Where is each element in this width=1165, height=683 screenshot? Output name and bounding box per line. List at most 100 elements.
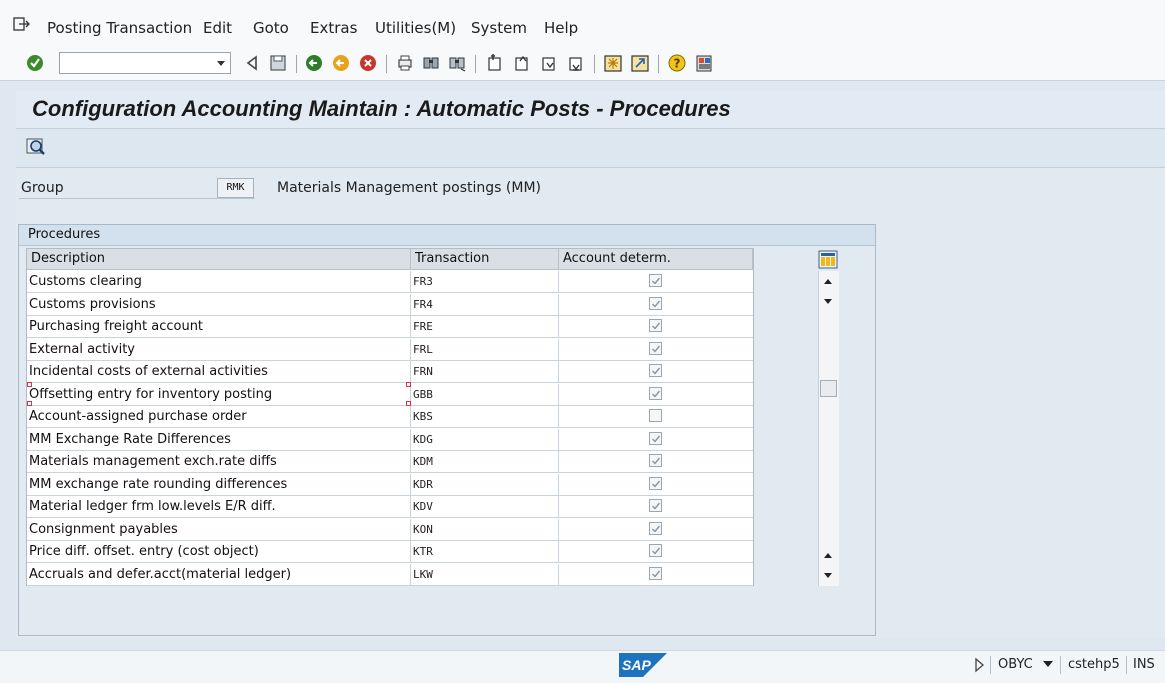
transaction-cell[interactable]: FR3 <box>411 271 559 292</box>
account-determ-checkbox[interactable] <box>649 297 662 310</box>
description-cell[interactable]: Consignment payables <box>27 519 411 540</box>
group-value-field: RMK <box>217 178 254 198</box>
help-icon[interactable]: ? <box>667 52 687 74</box>
table-row[interactable]: Customs clearing FR3 <box>27 271 753 293</box>
command-field[interactable] <box>59 52 231 74</box>
menu-system[interactable]: System <box>471 19 527 37</box>
chevron-down-icon[interactable] <box>214 56 228 70</box>
table-row[interactable]: Customs provisions FR4 <box>27 294 753 316</box>
menu-edit[interactable]: Edit <box>203 19 232 37</box>
transaction-cell[interactable]: FRE <box>411 316 559 337</box>
menu-goto[interactable]: Goto <box>253 19 289 37</box>
account-determ-checkbox[interactable] <box>649 387 662 400</box>
shortcut-icon[interactable] <box>630 52 650 74</box>
column-header-account-determ[interactable]: Account determ. <box>559 249 753 270</box>
command-input[interactable] <box>62 54 212 74</box>
find-icon[interactable] <box>421 52 441 74</box>
back-arrow-icon[interactable] <box>243 52 263 74</box>
description-cell[interactable]: Accruals and defer.acct(material ledger) <box>27 564 411 585</box>
table-settings-icon[interactable] <box>818 250 838 269</box>
description-cell[interactable]: Incidental costs of external activities <box>27 361 411 382</box>
transaction-cell[interactable]: FRN <box>411 361 559 382</box>
find-next-icon[interactable] <box>447 52 467 74</box>
system-menu-icon[interactable] <box>13 17 30 31</box>
description-cell[interactable]: MM exchange rate rounding differences <box>27 474 411 495</box>
description-cell[interactable]: Customs clearing <box>27 271 411 292</box>
cancel-icon[interactable] <box>358 52 378 74</box>
table-row[interactable]: Consignment payables KON <box>27 519 753 541</box>
save-icon[interactable] <box>268 52 288 74</box>
account-determ-checkbox[interactable] <box>649 342 662 355</box>
table-row[interactable]: External activity FRL <box>27 339 753 361</box>
transaction-cell[interactable]: FRL <box>411 339 559 360</box>
description-cell[interactable]: Offsetting entry for inventory posting <box>27 384 411 405</box>
account-determ-checkbox[interactable] <box>649 274 662 287</box>
status-transaction[interactable]: OBYC <box>998 657 1033 672</box>
scroll-down-icon[interactable] <box>820 293 836 309</box>
transaction-cell[interactable]: KBS <box>411 406 559 427</box>
page-up-icon[interactable] <box>820 548 836 564</box>
account-determ-checkbox[interactable] <box>649 544 662 557</box>
transaction-cell[interactable]: KON <box>411 519 559 540</box>
menu-utilities[interactable]: Utilities(M) <box>375 19 456 37</box>
transaction-cell[interactable]: FR4 <box>411 294 559 315</box>
enter-icon[interactable] <box>25 52 45 74</box>
transaction-cell[interactable]: GBB <box>411 384 559 405</box>
status-mode[interactable]: INS <box>1133 657 1155 672</box>
table-row[interactable]: MM Exchange Rate Differences KDG <box>27 429 753 451</box>
account-determ-checkbox[interactable] <box>649 432 662 445</box>
next-page-icon[interactable] <box>539 52 559 74</box>
table-row[interactable]: Incidental costs of external activities F… <box>27 361 753 383</box>
account-determ-checkbox[interactable] <box>649 522 662 535</box>
exit-icon[interactable] <box>331 52 351 74</box>
description-cell[interactable]: External activity <box>27 339 411 360</box>
first-page-icon[interactable] <box>485 52 505 74</box>
page-down-icon[interactable] <box>820 567 836 583</box>
customize-layout-icon[interactable] <box>694 52 714 74</box>
description-cell[interactable]: Purchasing freight account <box>27 316 411 337</box>
table-row[interactable]: Offsetting entry for inventory posting GB… <box>27 384 753 406</box>
transaction-cell[interactable]: KDG <box>411 429 559 450</box>
description-cell[interactable]: Materials management exch.rate diffs <box>27 451 411 472</box>
account-determ-checkbox[interactable] <box>649 319 662 332</box>
column-header-transaction[interactable]: Transaction <box>411 249 559 270</box>
account-determ-checkbox[interactable] <box>649 454 662 467</box>
table-row[interactable]: Materials management exch.rate diffs KDM <box>27 451 753 473</box>
vertical-scrollbar[interactable] <box>818 271 839 586</box>
details-icon[interactable] <box>25 136 47 158</box>
menu-extras[interactable]: Extras <box>310 19 357 37</box>
description-cell[interactable]: Account-assigned purchase order <box>27 406 411 427</box>
transaction-cell[interactable]: KDM <box>411 451 559 472</box>
create-session-icon[interactable] <box>603 52 623 74</box>
account-determ-checkbox[interactable] <box>649 364 662 377</box>
description-cell[interactable]: Customs provisions <box>27 294 411 315</box>
description-cell[interactable]: Price diff. offset. entry (cost object) <box>27 541 411 562</box>
account-determ-checkbox[interactable] <box>649 499 662 512</box>
transaction-cell[interactable]: KTR <box>411 541 559 562</box>
table-row[interactable]: Material ledger frm low.levels E/R diff.… <box>27 496 753 518</box>
description-cell[interactable]: Material ledger frm low.levels E/R diff. <box>27 496 411 517</box>
table-row[interactable]: Purchasing freight account FRE <box>27 316 753 338</box>
account-determ-checkbox[interactable] <box>649 567 662 580</box>
description-cell[interactable]: MM Exchange Rate Differences <box>27 429 411 450</box>
print-icon[interactable] <box>395 52 415 74</box>
transaction-cell[interactable]: KDV <box>411 496 559 517</box>
status-expand-icon[interactable] <box>973 657 985 673</box>
table-row[interactable]: Price diff. offset. entry (cost object) K… <box>27 541 753 563</box>
table-row[interactable]: Accruals and defer.acct(material ledger)… <box>27 564 753 586</box>
transaction-cell[interactable]: LKW <box>411 564 559 585</box>
last-page-icon[interactable] <box>566 52 586 74</box>
account-determ-checkbox[interactable] <box>649 477 662 490</box>
table-row[interactable]: MM exchange rate rounding differences KDR <box>27 474 753 496</box>
scroll-up-icon[interactable] <box>820 274 836 290</box>
scrollbar-thumb[interactable] <box>820 380 837 397</box>
previous-page-icon[interactable] <box>512 52 532 74</box>
menu-posting-transaction[interactable]: Posting Transaction <box>47 19 192 37</box>
transaction-cell[interactable]: KDR <box>411 474 559 495</box>
chevron-down-icon[interactable] <box>1042 658 1054 670</box>
account-determ-checkbox[interactable] <box>649 409 662 422</box>
column-header-description[interactable]: Description <box>27 249 411 270</box>
table-row[interactable]: Account-assigned purchase order KBS <box>27 406 753 428</box>
menu-help[interactable]: Help <box>544 19 578 37</box>
back-icon[interactable] <box>304 52 324 74</box>
